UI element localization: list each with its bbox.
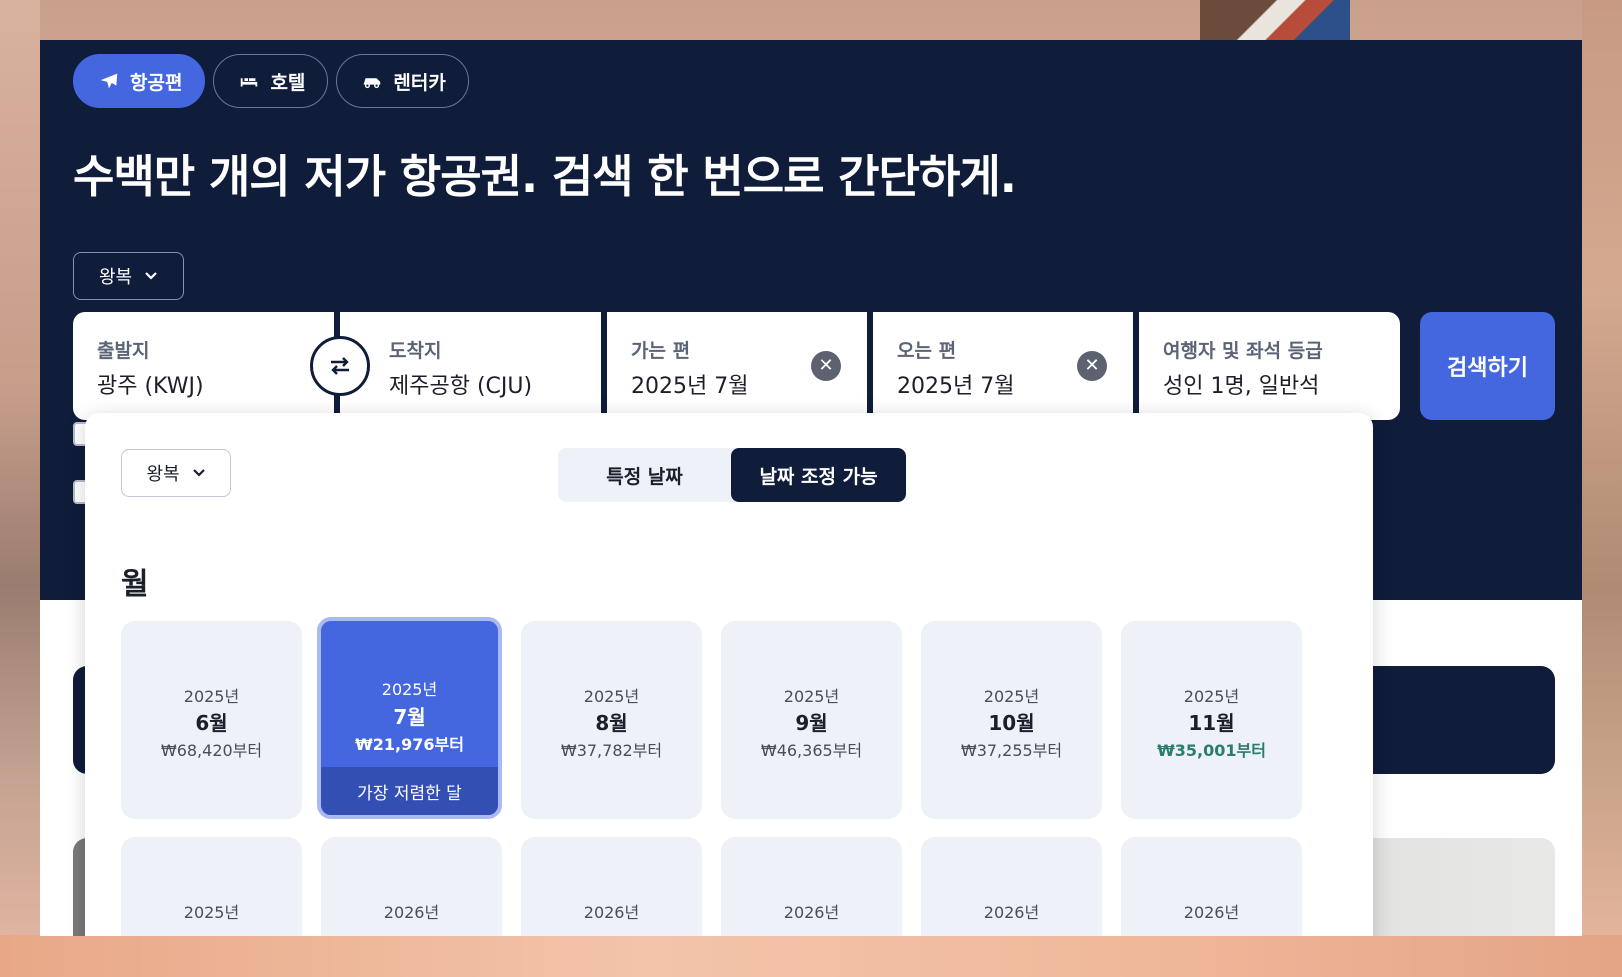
picker-trip-type-select[interactable]: 왕복 [121,449,231,497]
month-section-title: 월 [121,567,149,602]
month-card[interactable]: 2025년 11월 ₩35,001부터 [1121,621,1302,819]
product-tabs: 항공편 호텔 렌터카 [73,54,469,108]
destination-label: 도착지 [389,340,442,362]
month-year: 2025년 [983,687,1040,706]
return-date-field[interactable]: 오는 편 2025년 7월 ✕ [873,312,1133,420]
origin-value: 광주 (KWJ) [97,374,204,399]
month-name: 7월 [393,705,426,729]
tab-car-rental[interactable]: 렌터카 [336,54,469,108]
bed-icon [241,78,258,87]
tab-flexible-dates[interactable]: 날짜 조정 가능 [731,448,906,502]
month-year: 2026년 [583,903,640,922]
month-year: 2026년 [983,903,1040,922]
clear-return-icon[interactable]: ✕ [1077,351,1107,381]
month-name: 11월 [1188,711,1235,735]
tab-specific-dates[interactable]: 특정 날짜 [558,448,731,502]
date-picker-popup: 왕복 특정 날짜 날짜 조정 가능 월 2025년 6월 ₩68,420부터 2… [85,413,1373,936]
trip-type-value: 왕복 [98,267,133,288]
month-year: 2025년 [1183,687,1240,706]
flight-search-page: 항공편 호텔 렌터카 수백만 개의 저가 항공권. 검색 한 번으로 간단하게.… [40,40,1582,936]
origin-field[interactable]: 출발지 광주 (KWJ) [73,312,334,420]
month-price: ₩68,420부터 [160,741,263,760]
month-year: 2026년 [383,903,440,922]
tab-flights-label: 항공편 [130,71,183,94]
depart-date-field[interactable]: 가는 편 2025년 7월 ✕ [607,312,867,420]
background-aircraft-tail [1200,0,1350,40]
cheapest-month-badge: 가장 저렴한 달 [321,767,498,815]
chevron-down-icon [192,469,205,477]
month-card[interactable]: 2025년 8월 ₩37,782부터 [521,621,702,819]
month-year: 2026년 [1183,903,1240,922]
month-card[interactable]: 2025년 [121,837,302,936]
month-name: 6월 [195,711,228,735]
plane-icon [100,73,118,89]
month-year: 2025년 [583,687,640,706]
trip-type-select[interactable]: 왕복 [73,252,184,300]
month-card[interactable]: 2026년 [321,837,502,936]
picker-trip-type-value: 왕복 [146,464,180,485]
month-card[interactable]: 2026년 [721,837,902,936]
car-icon [364,78,381,89]
month-name: 8월 [595,711,628,735]
month-price: ₩37,782부터 [560,741,663,760]
clear-depart-icon[interactable]: ✕ [811,351,841,381]
return-value: 2025년 7월 [897,374,1015,399]
month-card[interactable]: 2026년 [1121,837,1302,936]
travellers-label: 여행자 및 좌석 등급 [1163,340,1323,362]
month-year: 2025년 [783,687,840,706]
origin-label: 출발지 [97,340,150,362]
background-photo-bottom [0,935,1622,977]
travellers-field[interactable]: 여행자 및 좌석 등급 성인 1명, 일반석 [1139,312,1400,420]
destination-value: 제주공항 (CJU) [389,374,533,399]
depart-value: 2025년 7월 [631,374,749,399]
return-label: 오는 편 [897,340,957,362]
tab-car-rental-label: 렌터카 [393,71,446,94]
chevron-down-icon [145,272,157,280]
month-price: ₩35,001부터 [1157,741,1266,760]
travellers-value: 성인 1명, 일반석 [1163,374,1320,399]
month-price: ₩37,255부터 [960,741,1063,760]
month-card[interactable]: 2025년 9월 ₩46,365부터 [721,621,902,819]
month-name: 10월 [988,711,1035,735]
month-price: ₩46,365부터 [760,741,863,760]
search-button[interactable]: 검색하기 [1420,312,1555,420]
month-year: 2025년 [381,680,438,699]
month-year: 2026년 [783,903,840,922]
month-card[interactable]: 2025년 10월 ₩37,255부터 [921,621,1102,819]
month-year: 2025년 [183,903,240,922]
month-card[interactable]: 2026년 [521,837,702,936]
swap-button[interactable] [310,336,370,396]
tab-flights[interactable]: 항공편 [73,54,206,108]
month-card[interactable]: 2025년 6월 ₩68,420부터 [121,621,302,819]
background-photo-left [0,0,40,977]
depart-label: 가는 편 [631,340,691,362]
destination-field[interactable]: 도착지 제주공항 (CJU) [340,312,601,420]
month-name: 9월 [795,711,828,735]
swap-arrows-icon [331,357,349,375]
month-price: ₩21,976부터 [355,735,464,754]
date-mode-toggle: 특정 날짜 날짜 조정 가능 [558,448,906,502]
tab-hotels[interactable]: 호텔 [213,54,329,108]
month-card[interactable]: 2026년 [921,837,1102,936]
month-year: 2025년 [183,687,240,706]
tab-hotels-label: 호텔 [270,71,306,94]
page-title: 수백만 개의 저가 항공권. 검색 한 번으로 간단하게. [73,150,1017,203]
background-photo-right [1582,0,1622,977]
month-card-selected[interactable]: 2025년 7월 ₩21,976부터 가장 저렴한 달 [317,617,502,819]
